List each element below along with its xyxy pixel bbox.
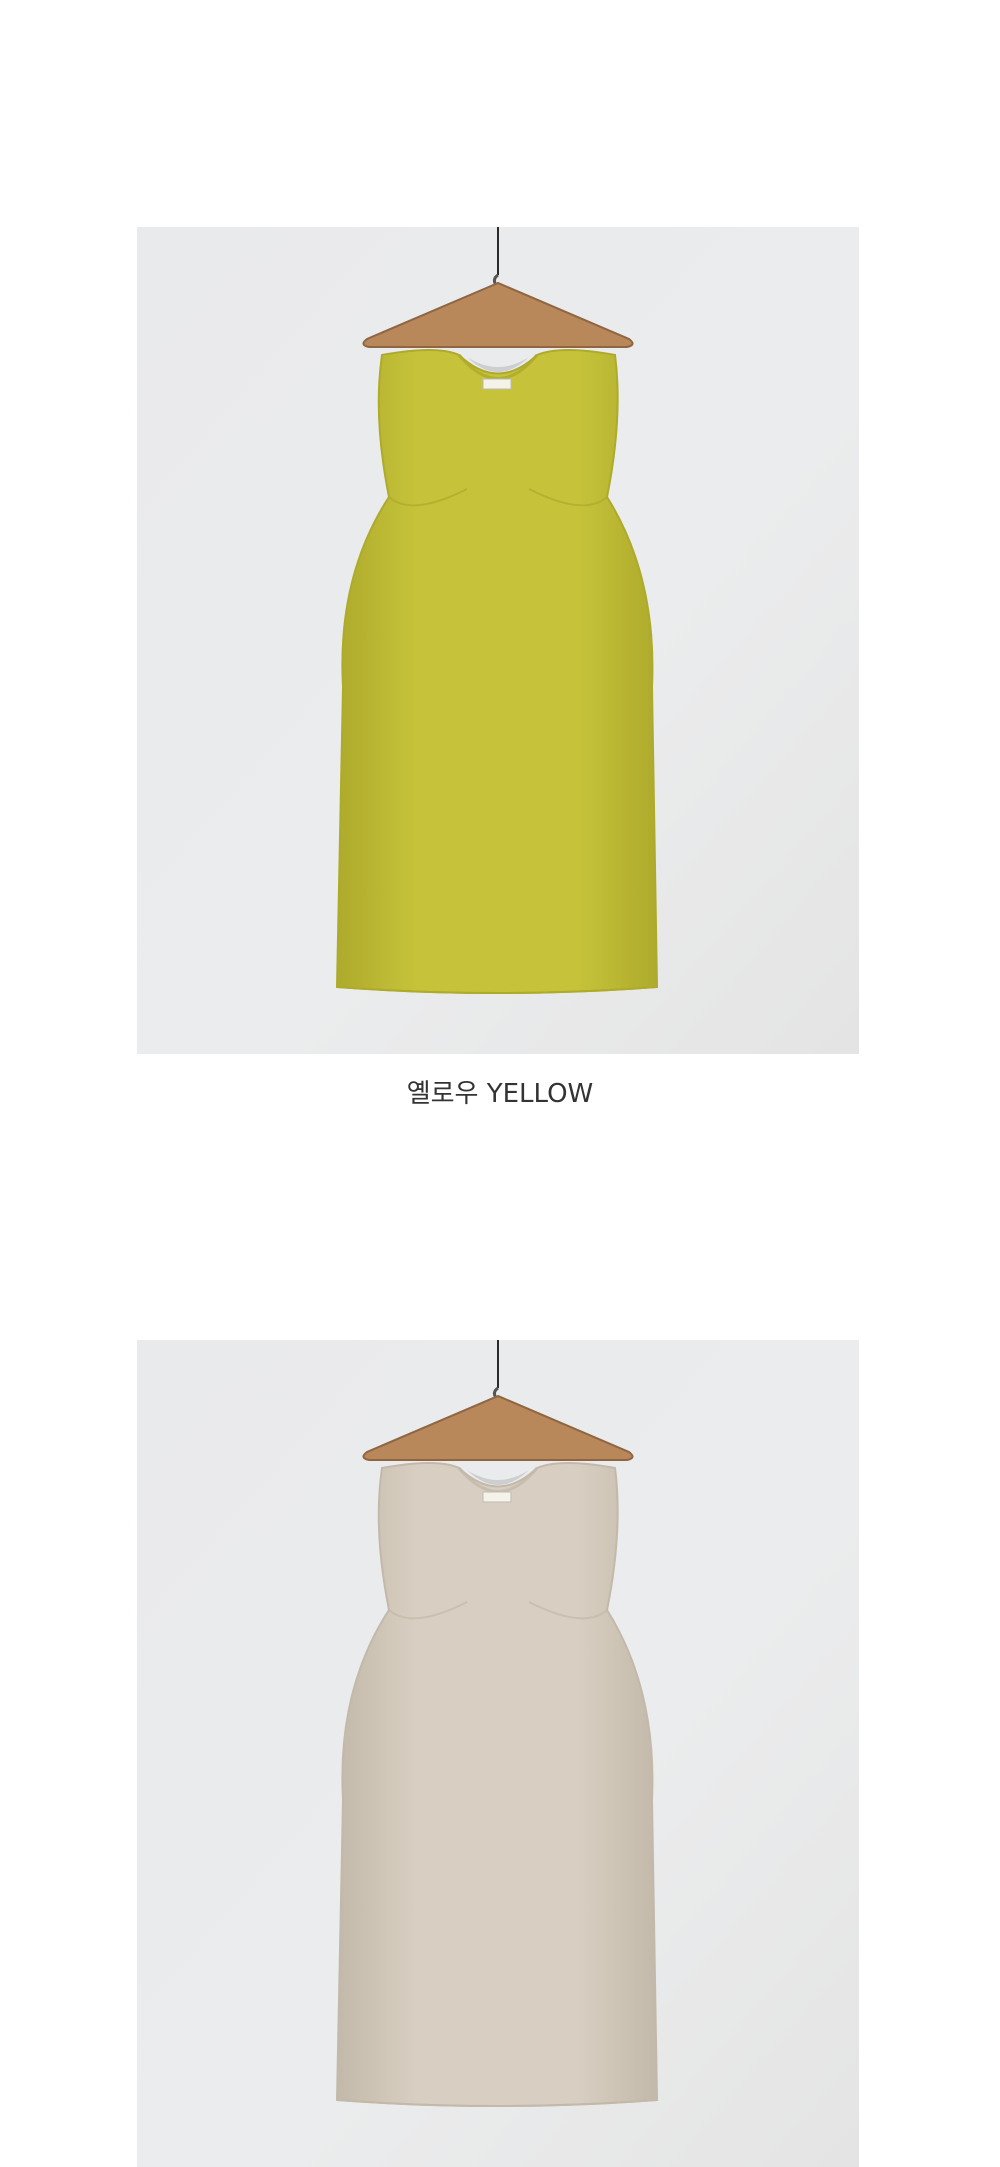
brand-label-tag [482,1491,512,1503]
product-beige [137,1340,859,2167]
product-photo-beige [137,1340,859,2167]
dress-body [335,1462,659,2107]
product-photo-yellow [137,227,859,1054]
top-caption-fragment [452,0,496,6]
beige-dress-image [137,1340,859,2167]
product-yellow [137,227,859,1054]
dress-body [335,349,659,994]
brand-label-tag [482,378,512,390]
color-caption-yellow: 옐로우 YELLOW [406,1079,594,1109]
yellow-dress-image [137,227,859,1054]
